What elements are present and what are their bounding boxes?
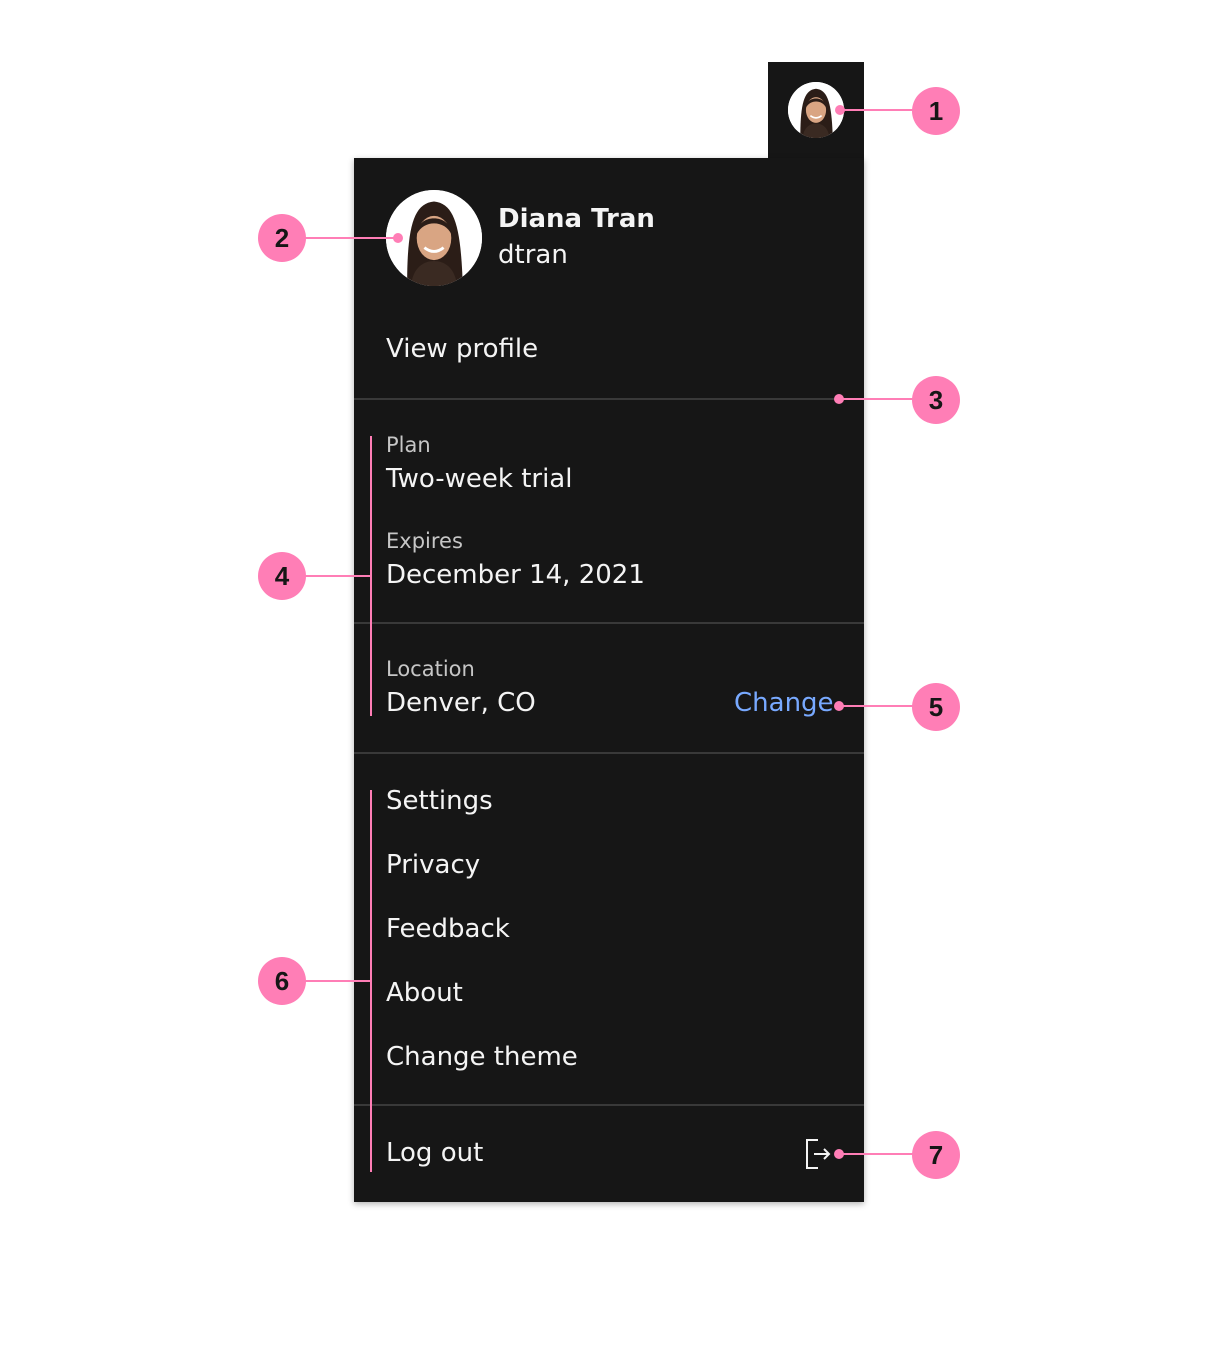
- menu-item-feedback[interactable]: Feedback: [386, 914, 510, 944]
- view-profile-link[interactable]: View profile: [386, 334, 538, 364]
- annotation-line: [839, 398, 914, 400]
- logout-icon[interactable]: [804, 1138, 832, 1170]
- divider: [354, 752, 864, 754]
- annotation-badge-7: 7: [912, 1131, 960, 1179]
- annotation-badge-2: 2: [258, 214, 306, 262]
- plan-value: Two-week trial: [386, 464, 573, 494]
- annotation-line: [304, 237, 398, 239]
- annotation-line: [840, 109, 914, 111]
- expires-label: Expires: [386, 529, 463, 553]
- logout-button[interactable]: Log out: [386, 1138, 483, 1168]
- annotation-badge-3: 3: [912, 376, 960, 424]
- menu-item-change-theme[interactable]: Change theme: [386, 1042, 578, 1072]
- profile-username: dtran: [498, 240, 568, 270]
- plan-label: Plan: [386, 433, 431, 457]
- annotation-line: [839, 1153, 914, 1155]
- menu-item-settings[interactable]: Settings: [386, 786, 493, 816]
- annotation-dot: [393, 233, 403, 243]
- menu-item-about[interactable]: About: [386, 978, 463, 1008]
- annotation-line: [304, 575, 372, 577]
- location-label: Location: [386, 657, 475, 681]
- profile-name: Diana Tran: [498, 204, 655, 234]
- divider: [354, 622, 864, 624]
- annotation-badge-5: 5: [912, 683, 960, 731]
- expires-value: December 14, 2021: [386, 560, 645, 590]
- change-location-link[interactable]: Change: [734, 688, 834, 718]
- menu-item-privacy[interactable]: Privacy: [386, 850, 480, 880]
- annotation-line: [304, 980, 372, 982]
- annotation-badge-4: 4: [258, 552, 306, 600]
- annotation-line: [839, 705, 914, 707]
- divider: [354, 398, 864, 400]
- annotation-badge-6: 6: [258, 957, 306, 1005]
- annotation-badge-1: 1: [912, 87, 960, 135]
- location-value: Denver, CO: [386, 688, 536, 718]
- divider: [354, 1104, 864, 1106]
